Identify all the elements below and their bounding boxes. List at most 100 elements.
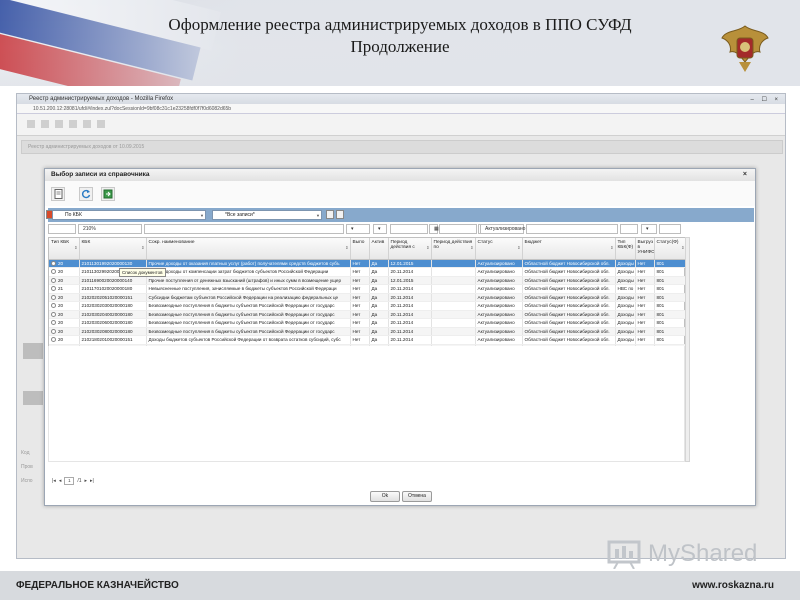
last-page-icon[interactable]: ▸| xyxy=(90,478,94,484)
document-button[interactable] xyxy=(51,186,65,201)
document-tab[interactable]: Реестр администрируемых доходов от 10.09… xyxy=(21,140,783,154)
table-cell: Прочие доходы от компенсации затрат бюдж… xyxy=(146,267,351,277)
refresh-button[interactable] xyxy=(79,186,93,201)
table-row[interactable]: 20 21021802010020000151 Доходы бюджетов су… xyxy=(49,335,687,345)
ok-button[interactable]: Ok xyxy=(370,491,400,502)
table-cell: Актуализировано xyxy=(475,293,523,302)
sort-icon: ⇕ xyxy=(610,245,614,250)
filter-by-select[interactable]: По КБК ▼ xyxy=(52,210,206,220)
column-header[interactable]: Выгруз в УНИФО xyxy=(635,238,655,260)
table-row[interactable]: 21 21011701020020000180 Невыясненные посту… xyxy=(49,284,687,294)
toolbar-icon[interactable] xyxy=(27,120,35,128)
row-radio[interactable] xyxy=(51,337,56,343)
page-number-input[interactable]: 1 xyxy=(64,477,75,485)
filter-cell-type[interactable] xyxy=(620,224,638,234)
filter-cell-date-from[interactable] xyxy=(390,224,428,234)
filter-cell-select[interactable]: ▾ xyxy=(373,224,387,234)
filter-cell-status-f[interactable] xyxy=(659,224,681,234)
column-label: КБК xyxy=(81,240,91,245)
row-radio[interactable] xyxy=(51,269,56,275)
calendar-icon[interactable]: ▦ xyxy=(429,224,439,234)
row-radio[interactable] xyxy=(51,260,56,266)
clear-filter-icon[interactable] xyxy=(336,210,344,219)
filter-icon[interactable] xyxy=(326,210,334,219)
table-row[interactable]: 20 21020302040020000180 Безвозмездные пост… xyxy=(49,310,687,319)
first-page-icon[interactable]: |◂ xyxy=(52,478,56,484)
row-radio[interactable] xyxy=(51,311,56,317)
filter-cell[interactable] xyxy=(48,224,76,234)
column-header[interactable]: Тип КБК(Ф) xyxy=(615,238,636,260)
row-radio[interactable] xyxy=(51,277,56,283)
vertical-scrollbar[interactable] xyxy=(685,237,690,462)
column-header[interactable]: Период действия по ⇕ xyxy=(431,238,476,260)
column-header[interactable]: Период действия с ⇕ xyxy=(388,238,432,260)
filter-cell-name[interactable] xyxy=(144,224,344,234)
toolbar-icon[interactable] xyxy=(83,120,91,128)
row-radio[interactable] xyxy=(51,294,56,300)
prev-page-icon[interactable]: ◂ xyxy=(59,478,62,484)
table-row[interactable]: 20 21011690020020000140 Прочие поступления… xyxy=(49,276,687,285)
filter-cell-date-to[interactable] xyxy=(439,224,477,234)
filter-cell-select[interactable]: ▾ xyxy=(346,224,370,234)
browser-title-bar: Реестр администрируемых доходов - Mozill… xyxy=(17,94,785,104)
toolbar-icon[interactable] xyxy=(69,120,77,128)
column-header[interactable]: Сокр. наименование ⇕ xyxy=(146,238,351,260)
slide-header: Оформление реестра администрируемых дохо… xyxy=(0,0,800,86)
cell-text: 20 xyxy=(58,337,64,342)
column-header[interactable]: Статус(Ф) ⇕ xyxy=(654,238,687,260)
export-icon xyxy=(103,189,113,198)
table-cell: Актуализировано xyxy=(475,301,523,311)
table-cell: Областной бюджет Новосибирской обл. xyxy=(522,284,616,294)
column-header[interactable]: Актив xyxy=(369,238,389,260)
sort-icon: ⇕ xyxy=(517,245,521,250)
sort-icon: ⇕ xyxy=(426,245,430,250)
address-bar[interactable]: 10.51.200.12:28081/ufd/#/index.zul?docSe… xyxy=(17,104,785,114)
table-cell: 20.11.2014 xyxy=(388,327,432,336)
table-cell: Нет xyxy=(635,259,655,268)
table-cell: Доходы xyxy=(615,293,636,302)
table-cell: 20 xyxy=(49,259,80,268)
column-header[interactable]: Статус ⇕ xyxy=(475,238,523,260)
toolbar-icon[interactable] xyxy=(97,120,105,128)
export-button[interactable] xyxy=(101,186,115,201)
table-cell: Безвозмездные поступления в бюджеты субъ… xyxy=(146,327,351,336)
records-scope-value: *Все записи* xyxy=(225,212,255,218)
tooltip: Список документов xyxy=(119,268,166,277)
toolbar-icon[interactable] xyxy=(55,120,63,128)
table-cell xyxy=(431,310,476,319)
column-header[interactable]: Бюджет ⇕ xyxy=(522,238,616,260)
column-header[interactable]: Выпо xyxy=(350,238,370,260)
table-cell: 20.11.2014 xyxy=(388,267,432,277)
table-cell: 801 xyxy=(654,267,687,277)
filter-cell-budget[interactable] xyxy=(526,224,618,234)
column-header[interactable]: КБК ⇕ xyxy=(79,238,147,260)
refresh-icon xyxy=(81,189,91,198)
filter-cell-status[interactable]: Актуализировано xyxy=(480,224,525,234)
column-header[interactable]: Тип КБК ⇕ xyxy=(49,238,80,260)
slide-title: Оформление реестра администрируемых дохо… xyxy=(120,14,680,58)
filter-cell-kbk[interactable]: 210% xyxy=(78,224,142,234)
close-icon[interactable]: × xyxy=(743,169,747,181)
row-radio[interactable] xyxy=(51,286,56,292)
eagle-emblem-icon xyxy=(721,25,769,72)
row-radio[interactable] xyxy=(51,303,56,309)
dialog-title: Выбор записи из справочника xyxy=(51,171,150,178)
table-row[interactable]: 20 21020302060020000180 Безвозмездные пост… xyxy=(49,318,687,328)
table-cell: Доходы xyxy=(615,327,636,336)
table-cell: 20.11.2014 xyxy=(388,284,432,294)
table-row[interactable]: 20 21020302030020000180 Безвозмездные пост… xyxy=(49,301,687,311)
window-controls[interactable]: – ☐ × xyxy=(750,95,781,105)
table-row[interactable]: 20 21020202051020000151 Субсидии бюджетам … xyxy=(49,293,687,302)
table-row[interactable]: 20 21011301992020000130 Прочие доходы от о… xyxy=(49,259,687,268)
table-cell: Да xyxy=(369,284,389,294)
records-scope-select[interactable]: *Все записи* ▼ xyxy=(212,210,322,220)
next-page-icon[interactable]: ▸ xyxy=(85,478,88,484)
table-cell: 21020302080020000180 xyxy=(79,327,147,336)
cancel-button[interactable]: Отмена xyxy=(402,491,432,502)
row-radio[interactable] xyxy=(51,328,56,334)
filter-cell-select[interactable]: ▾ xyxy=(641,224,657,234)
table-row[interactable]: 20 21020302080020000180 Безвозмездные пост… xyxy=(49,327,687,336)
toolbar-icon[interactable] xyxy=(41,120,49,128)
row-radio[interactable] xyxy=(51,320,56,326)
table-cell: 801 xyxy=(654,301,687,311)
